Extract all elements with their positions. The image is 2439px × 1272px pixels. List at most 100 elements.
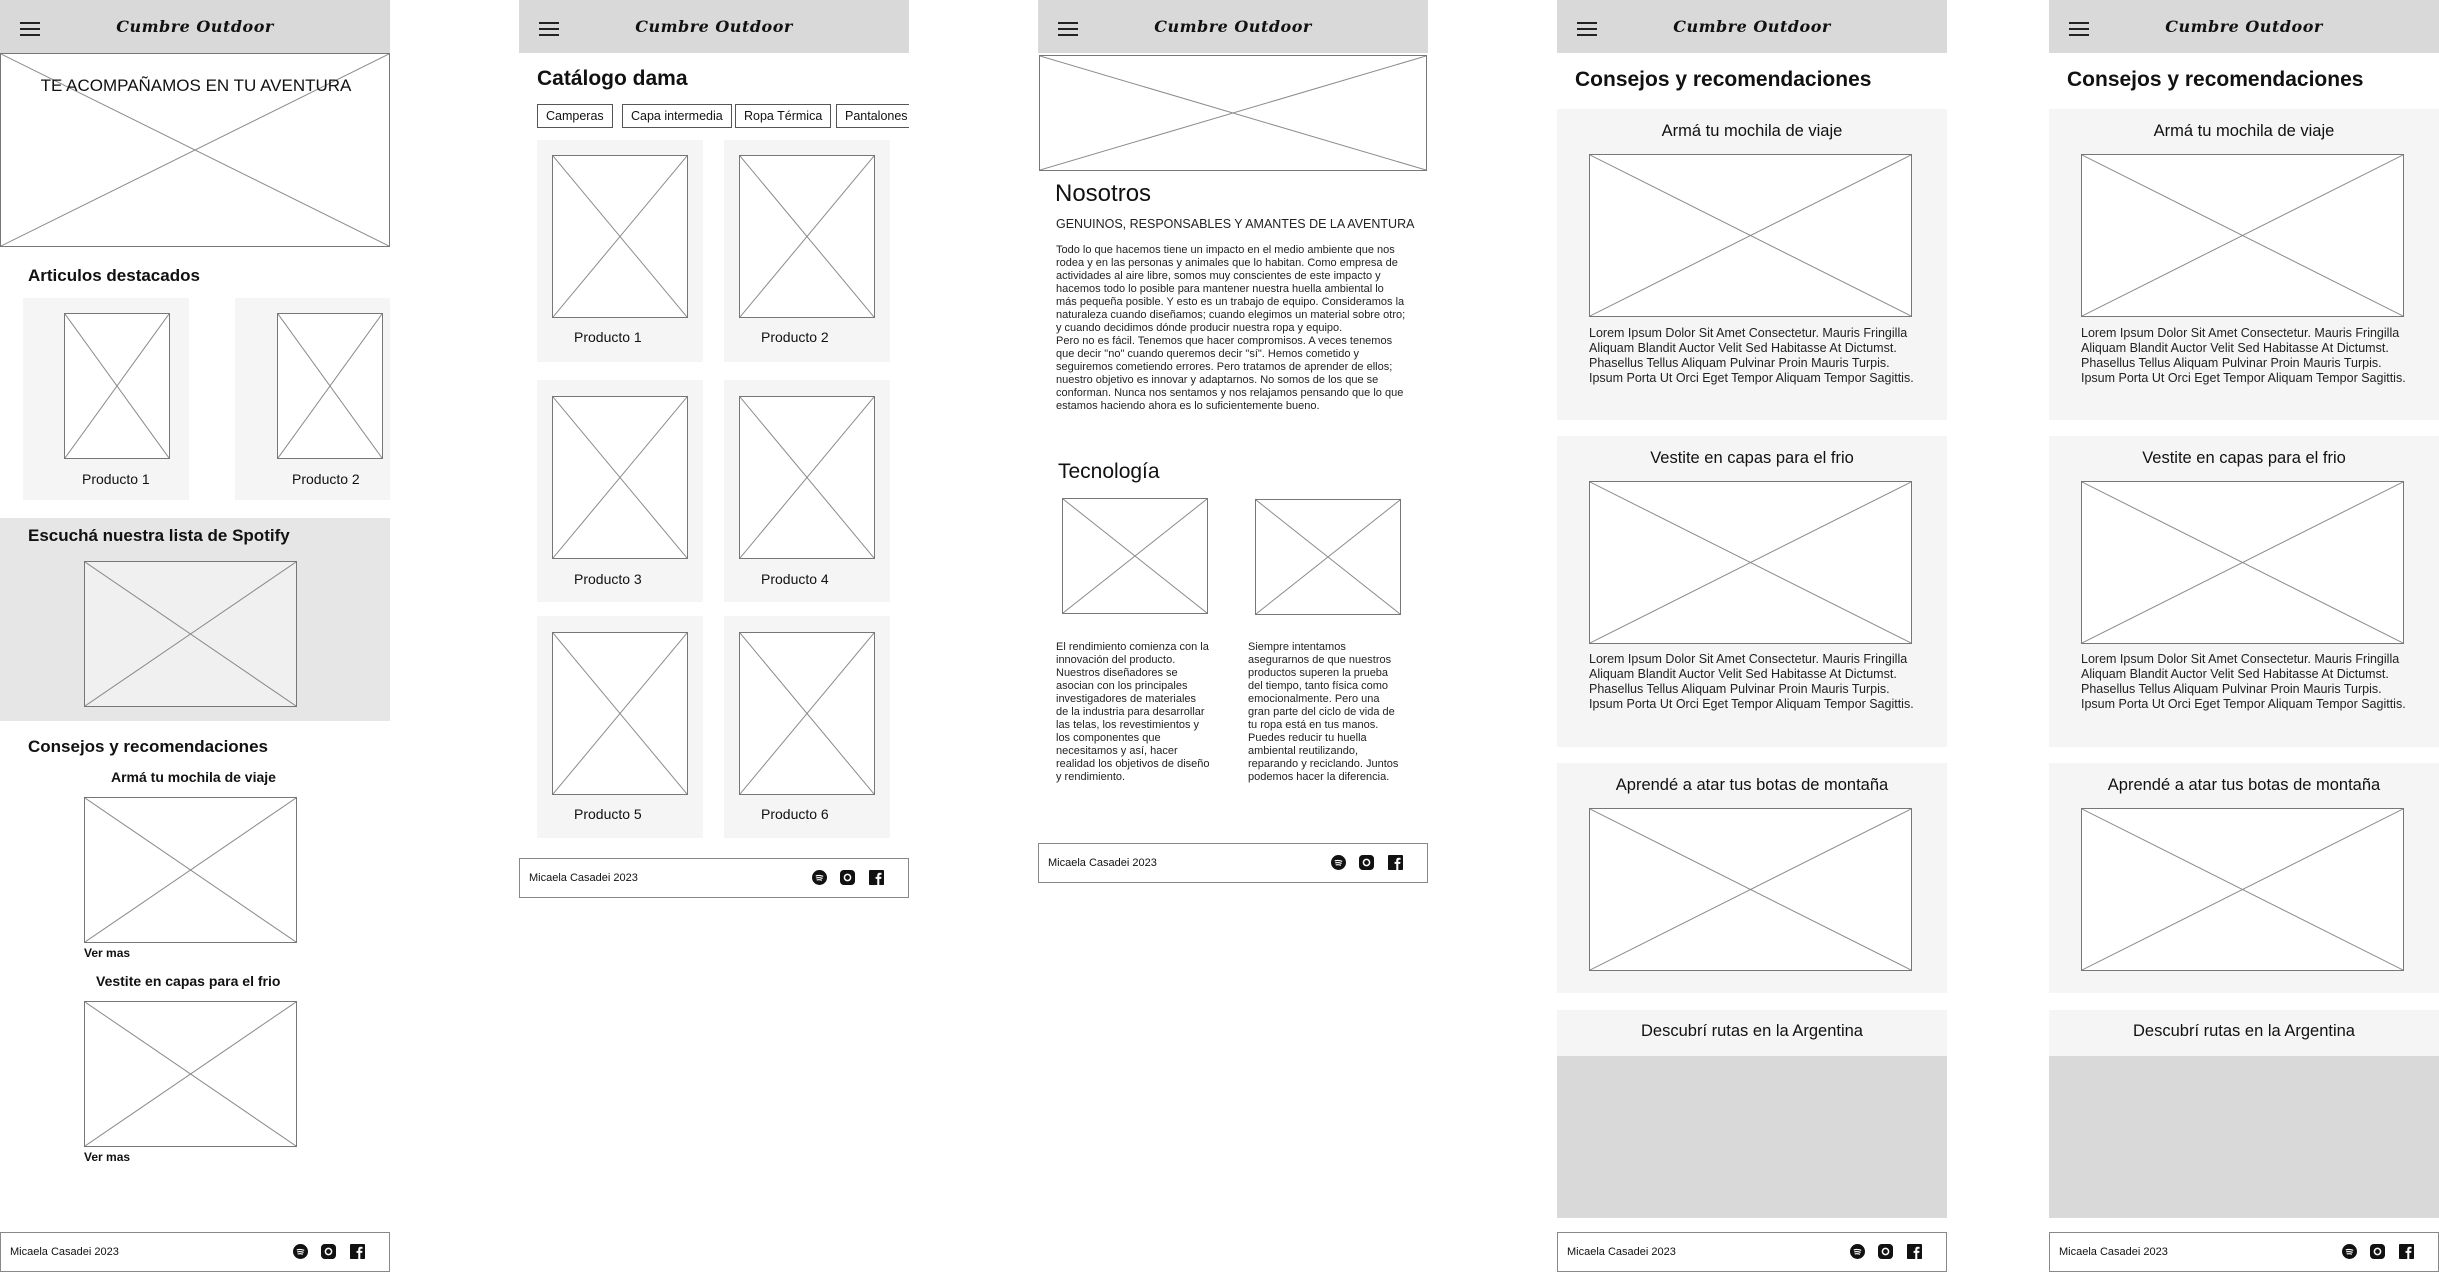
- see-more-link[interactable]: Ver mas: [84, 1150, 130, 1164]
- instagram-icon[interactable]: [1878, 1244, 1893, 1259]
- tip-title: Vestite en capas para el frio: [96, 973, 281, 989]
- placeholder-image-icon: [739, 396, 875, 559]
- tip-card-title: Descubrí rutas en la Argentina: [1641, 1022, 1863, 1040]
- placeholder-cross: [1256, 500, 1400, 614]
- footer: Micaela Casadei 2023: [2049, 1232, 2439, 1272]
- product-card-2[interactable]: Producto 2: [724, 140, 890, 362]
- placeholder-cross: [553, 397, 687, 558]
- tip-card-title: Armá tu mochila de viaje: [1661, 122, 1843, 140]
- placeholder-image-icon: [84, 797, 297, 943]
- tech-left-text: El rendimiento comienza con la innovació…: [1056, 641, 1210, 783]
- tip-card-text: Lorem Ipsum Dolor Sit Amet Consectetur. …: [1589, 326, 1914, 385]
- tip-card-4[interactable]: Descubrí rutas en la Argentina: [2049, 1010, 2439, 1218]
- brand-logo[interactable]: Cumbre Outdoor: [1557, 17, 1947, 36]
- product-card-4[interactable]: Producto 4: [724, 380, 890, 602]
- placeholder-cross: [65, 314, 169, 458]
- brand-logo[interactable]: Cumbre Outdoor: [0, 17, 390, 36]
- featured-card-2[interactable]: Producto 2: [235, 298, 390, 500]
- facebook-icon[interactable]: [1388, 855, 1403, 870]
- placeholder-image-icon: [1589, 154, 1912, 317]
- spotify-title: Escuchá nuestra lista de Spotify: [28, 526, 290, 545]
- placeholder-cross: [2082, 155, 2403, 316]
- filter-chip-ropa-termica[interactable]: Ropa Térmica: [735, 104, 832, 128]
- map-placeholder[interactable]: [2049, 1056, 2439, 1218]
- placeholder-image-icon: [1255, 499, 1401, 615]
- product-card-1[interactable]: Producto 1: [537, 140, 703, 362]
- top-bar: Cumbre Outdoor: [0, 0, 390, 53]
- placeholder-cross: [85, 562, 296, 706]
- tech-right-text: Siempre intentamos asegurarnos de que nu…: [1248, 641, 1399, 783]
- tip-card-title: Descubrí rutas en la Argentina: [2133, 1022, 2355, 1040]
- facebook-icon[interactable]: [1907, 1244, 1922, 1259]
- about-banner: [1039, 55, 1427, 171]
- placeholder-cross: [2082, 482, 2403, 643]
- facebook-icon[interactable]: [2399, 1244, 2414, 1259]
- placeholder-cross: [1590, 482, 1911, 643]
- placeholder-image-icon: [552, 632, 688, 795]
- tip-card-1[interactable]: Armá tu mochila de viaje Lorem Ipsum Dol…: [2049, 109, 2439, 420]
- placeholder-cross: [740, 633, 874, 794]
- placeholder-cross: [1590, 809, 1911, 970]
- instagram-icon[interactable]: [321, 1244, 336, 1259]
- tip-card-title: Aprendé a atar tus botas de montaña: [2107, 776, 2381, 794]
- spotify-icon[interactable]: [1331, 855, 1346, 870]
- spotify-player[interactable]: [84, 561, 297, 707]
- placeholder-cross: [278, 314, 382, 458]
- footer-text: Micaela Casadei 2023: [1567, 1246, 1676, 1258]
- tip-title: Armá tu mochila de viaje: [111, 769, 276, 785]
- filter-chip-capa-intermedia[interactable]: Capa intermedia: [622, 104, 732, 128]
- tip-card-title: Armá tu mochila de viaje: [2153, 122, 2335, 140]
- footer: Micaela Casadei 2023: [1557, 1232, 1947, 1272]
- spotify-icon[interactable]: [812, 870, 827, 885]
- placeholder-cross: [1040, 56, 1426, 170]
- placeholder-image-icon: [2081, 154, 2404, 317]
- about-title: Nosotros: [1055, 180, 1152, 207]
- placeholder-cross: [2082, 809, 2403, 970]
- product-card-5[interactable]: Producto 5: [537, 616, 703, 838]
- tip-card-title: Vestite en capas para el frio: [2142, 449, 2346, 467]
- tip-card-text: Lorem Ipsum Dolor Sit Amet Consectetur. …: [2081, 652, 2406, 711]
- spotify-icon[interactable]: [2342, 1244, 2357, 1259]
- instagram-icon[interactable]: [2370, 1244, 2385, 1259]
- instagram-icon[interactable]: [1359, 855, 1374, 870]
- placeholder-image-icon: [552, 396, 688, 559]
- spotify-icon[interactable]: [1850, 1244, 1865, 1259]
- top-bar: Cumbre Outdoor: [1557, 0, 1947, 53]
- screen-home: Cumbre Outdoor TE ACOMPAÑAMOS EN TU AVEN…: [0, 0, 390, 1272]
- placeholder-cross: [85, 798, 296, 942]
- facebook-icon[interactable]: [350, 1244, 365, 1259]
- product-card-6[interactable]: Producto 6: [724, 616, 890, 838]
- tip-card-4[interactable]: Descubrí rutas en la Argentina: [1557, 1010, 1947, 1218]
- featured-card-1[interactable]: Producto 1: [23, 298, 189, 500]
- tech-title: Tecnología: [1058, 460, 1160, 483]
- placeholder-image-icon: [2081, 808, 2404, 971]
- tip-card-2[interactable]: Vestite en capas para el frio Lorem Ipsu…: [1557, 436, 1947, 747]
- product-label: Producto 2: [761, 329, 829, 345]
- instagram-icon[interactable]: [840, 870, 855, 885]
- see-more-link[interactable]: Ver mas: [84, 946, 130, 960]
- product-label: Producto 6: [761, 806, 829, 822]
- facebook-icon[interactable]: [869, 870, 884, 885]
- brand-logo[interactable]: Cumbre Outdoor: [1038, 17, 1428, 36]
- product-label: Producto 5: [574, 806, 642, 822]
- footer-text: Micaela Casadei 2023: [529, 872, 638, 884]
- brand-logo[interactable]: Cumbre Outdoor: [2049, 17, 2439, 36]
- product-label: Producto 4: [761, 571, 829, 587]
- tip-card-1[interactable]: Armá tu mochila de viaje Lorem Ipsum Dol…: [1557, 109, 1947, 420]
- spotify-icon[interactable]: [293, 1244, 308, 1259]
- placeholder-image-icon: [277, 313, 383, 459]
- tip-card-3[interactable]: Aprendé a atar tus botas de montaña: [1557, 763, 1947, 993]
- tip-card-3[interactable]: Aprendé a atar tus botas de montaña: [2049, 763, 2439, 993]
- tips-title: Consejos y recomendaciones: [28, 737, 268, 756]
- placeholder-cross: [553, 633, 687, 794]
- filter-chip-pantalones[interactable]: Pantalones: [836, 104, 909, 128]
- placeholder-image-icon: [739, 155, 875, 318]
- product-label: Producto 3: [574, 571, 642, 587]
- footer-text: Micaela Casadei 2023: [2059, 1246, 2168, 1258]
- product-card-3[interactable]: Producto 3: [537, 380, 703, 602]
- filter-chip-camperas[interactable]: Camperas: [537, 104, 613, 128]
- map-placeholder[interactable]: [1557, 1056, 1947, 1218]
- tip-card-2[interactable]: Vestite en capas para el frio Lorem Ipsu…: [2049, 436, 2439, 747]
- featured-card-label: Producto 1: [82, 471, 150, 487]
- placeholder-cross: [740, 397, 874, 558]
